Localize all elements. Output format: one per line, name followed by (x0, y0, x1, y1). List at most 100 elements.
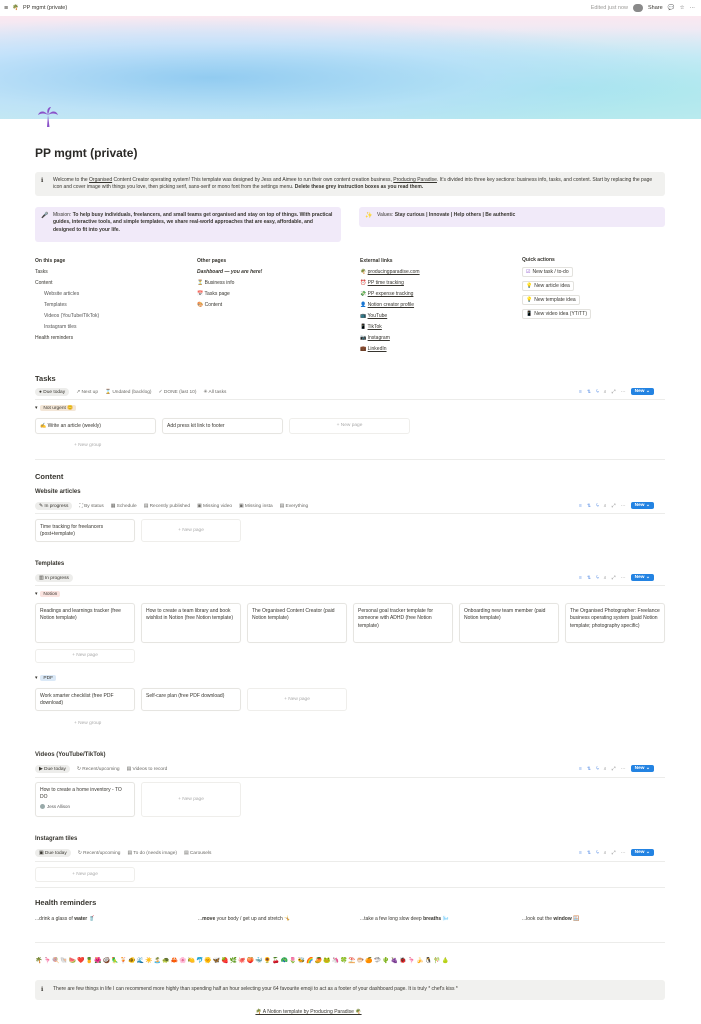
tab-carousels[interactable]: ▤ Carousels (184, 851, 211, 856)
task-card[interactable]: Add press kit link to footer (162, 418, 283, 434)
ext-link-instagram[interactable]: 📷 Instagram (360, 333, 510, 344)
new-page-button[interactable]: + New page (289, 418, 410, 434)
organised-link[interactable]: Organised (89, 177, 112, 183)
filter-icon[interactable]: ≡ (579, 850, 582, 856)
template-card[interactable]: Work smarter checklist (free PDF downloa… (35, 688, 135, 711)
tab-all-tasks[interactable]: ✳ All tasks (203, 390, 226, 395)
search-icon[interactable]: ⌕ (604, 850, 607, 856)
ext-link-notion-profile[interactable]: 👤 Notion creator profile (360, 300, 510, 311)
menu-icon[interactable]: ≡ (4, 5, 8, 12)
new-button[interactable]: New ⌄ (630, 388, 654, 395)
tab-in-progress[interactable]: ▥ In progress (35, 574, 73, 582)
toc-item-templates[interactable]: Templates (35, 300, 185, 311)
ext-link-tiktok[interactable]: 📱 TikTok (360, 322, 510, 333)
share-button[interactable]: Share (648, 5, 663, 11)
new-group-button[interactable]: + New group (74, 721, 101, 726)
sort-icon[interactable]: ⇅ (587, 766, 591, 772)
tab-recent-upcoming[interactable]: ↻ Recent/upcoming (78, 851, 121, 856)
quick-action-new-template[interactable]: 💡 New template idea (522, 295, 580, 305)
quick-action-new-video[interactable]: 📱 New video idea (YT/TT) (522, 309, 592, 319)
ext-link-linkedin[interactable]: 💼 LinkedIn (360, 344, 510, 355)
more-icon[interactable]: ⋯ (621, 503, 626, 509)
quick-action-new-task[interactable]: ☑ New task / to-do (522, 267, 573, 277)
search-icon[interactable]: ⌕ (604, 503, 607, 509)
ext-link-expense[interactable]: 💸 PP expense tracking (360, 289, 510, 300)
avatar[interactable] (633, 4, 644, 12)
tab-videos-to-record[interactable]: ▤ Videos to record (127, 767, 168, 772)
search-icon[interactable]: ⌕ (604, 575, 607, 581)
palm-tree-icon[interactable] (37, 106, 59, 128)
tab-to-do[interactable]: ▤ To do (needs image) (127, 851, 177, 856)
search-icon[interactable]: ⌕ (604, 389, 607, 395)
new-page-button[interactable]: + New page (141, 519, 241, 542)
new-button[interactable]: New ⌄ (630, 502, 654, 509)
more-icon[interactable]: ⋯ (621, 850, 626, 856)
more-icon[interactable]: ⋯ (621, 389, 626, 395)
new-page-button[interactable]: + New page (35, 867, 135, 882)
group-notion[interactable]: ▾ Notion (35, 591, 61, 597)
more-icon[interactable]: ⋯ (621, 766, 626, 772)
template-card[interactable]: The Organised Photographer: Freelance bu… (565, 603, 665, 643)
template-card[interactable]: Personal goal tracker template for someo… (353, 603, 453, 643)
expand-icon[interactable]: ⤢ (612, 389, 616, 395)
bolt-icon[interactable]: ϟ (596, 575, 599, 581)
tab-next-up[interactable]: ↗ Next up (76, 390, 98, 395)
tab-undated[interactable]: ⌛ Undated (backlog) (105, 390, 152, 395)
tab-by-status[interactable]: ⛶ By status (79, 503, 103, 509)
template-card[interactable]: How to create a team library and book wi… (141, 603, 241, 643)
ext-link-time-tracking[interactable]: ⏰ PP time tracking (360, 278, 510, 289)
tab-due-today[interactable]: ● Due today (35, 388, 70, 396)
expand-icon[interactable]: ⤢ (612, 503, 616, 509)
producing-paradise-link[interactable]: Producing Paradise (393, 177, 437, 183)
tab-missing-insta[interactable]: ▣ Missing insta (239, 504, 273, 509)
toc-item-videos[interactable]: Videos (YouTube/TikTok) (35, 311, 185, 322)
expand-icon[interactable]: ⤢ (612, 766, 616, 772)
group-pdf[interactable]: ▾ PDF (35, 675, 57, 681)
toc-item-website-articles[interactable]: Website articles (35, 289, 185, 300)
tab-due-today[interactable]: ▣ Due today (35, 849, 71, 857)
template-card[interactable]: Readings and learnings tracker (free Not… (35, 603, 135, 643)
sort-icon[interactable]: ⇅ (587, 389, 591, 395)
new-button[interactable]: New ⌄ (630, 574, 654, 581)
filter-icon[interactable]: ≡ (579, 766, 582, 772)
other-page-content[interactable]: 🎨 Content (197, 300, 347, 311)
task-card[interactable]: ✍️ Write an article (weekly) (35, 418, 156, 434)
template-card[interactable]: The Organised Content Creator (paid Noti… (247, 603, 347, 643)
toc-item-tasks[interactable]: Tasks (35, 267, 185, 278)
bolt-icon[interactable]: ϟ (596, 389, 599, 395)
search-icon[interactable]: ⌕ (604, 766, 607, 772)
tab-recently-published[interactable]: ▤ Recently published (144, 504, 190, 509)
new-page-button[interactable]: + New page (35, 649, 135, 663)
tab-recent-upcoming[interactable]: ↻ Recent/upcoming (77, 767, 120, 772)
filter-icon[interactable]: ≡ (579, 389, 582, 395)
filter-icon[interactable]: ≡ (579, 575, 582, 581)
new-page-button[interactable]: + New page (247, 688, 347, 711)
toc-item-instagram[interactable]: Instagram tiles (35, 322, 185, 333)
expand-icon[interactable]: ⤢ (612, 850, 616, 856)
tab-due-today[interactable]: ▶ Due today (35, 765, 70, 773)
ext-link-website[interactable]: 🌴 producingparadise.com (360, 267, 510, 278)
toc-item-content[interactable]: Content (35, 278, 185, 289)
template-card[interactable]: Self-care plan (free PDF download) (141, 688, 241, 711)
tab-done[interactable]: ✓ DONE (last 10) (159, 390, 197, 395)
ext-link-youtube[interactable]: 📺 YouTube (360, 311, 510, 322)
group-not-urgent[interactable]: ▾ Not urgent 😊 (35, 405, 77, 411)
bolt-icon[interactable]: ϟ (596, 850, 599, 856)
tab-in-progress[interactable]: ✎ In progress (35, 502, 73, 510)
footer-credit[interactable]: 🌴 A Notion template by Producing Paradis… (0, 1009, 617, 1015)
tab-everything[interactable]: ▤ Everything (280, 504, 309, 509)
bolt-icon[interactable]: ϟ (596, 766, 599, 772)
breadcrumb-title[interactable]: PP mgmt (private) (23, 5, 67, 11)
sort-icon[interactable]: ⇅ (587, 575, 591, 581)
other-page-tasks[interactable]: 📅 Tasks page (197, 289, 347, 300)
toc-item-health[interactable]: Health reminders (35, 333, 185, 344)
bolt-icon[interactable]: ϟ (596, 503, 599, 509)
tab-schedule[interactable]: ▦ Schedule (111, 504, 137, 509)
tab-missing-video[interactable]: ▣ Missing video (197, 504, 232, 509)
quick-action-new-article[interactable]: 💡 New article idea (522, 281, 574, 291)
new-page-button[interactable]: + New page (141, 782, 241, 817)
new-button[interactable]: New ⌄ (630, 765, 654, 772)
more-icon[interactable]: ··· (690, 5, 696, 11)
new-button[interactable]: New ⌄ (630, 849, 654, 856)
star-icon[interactable]: ☆ (680, 5, 685, 11)
